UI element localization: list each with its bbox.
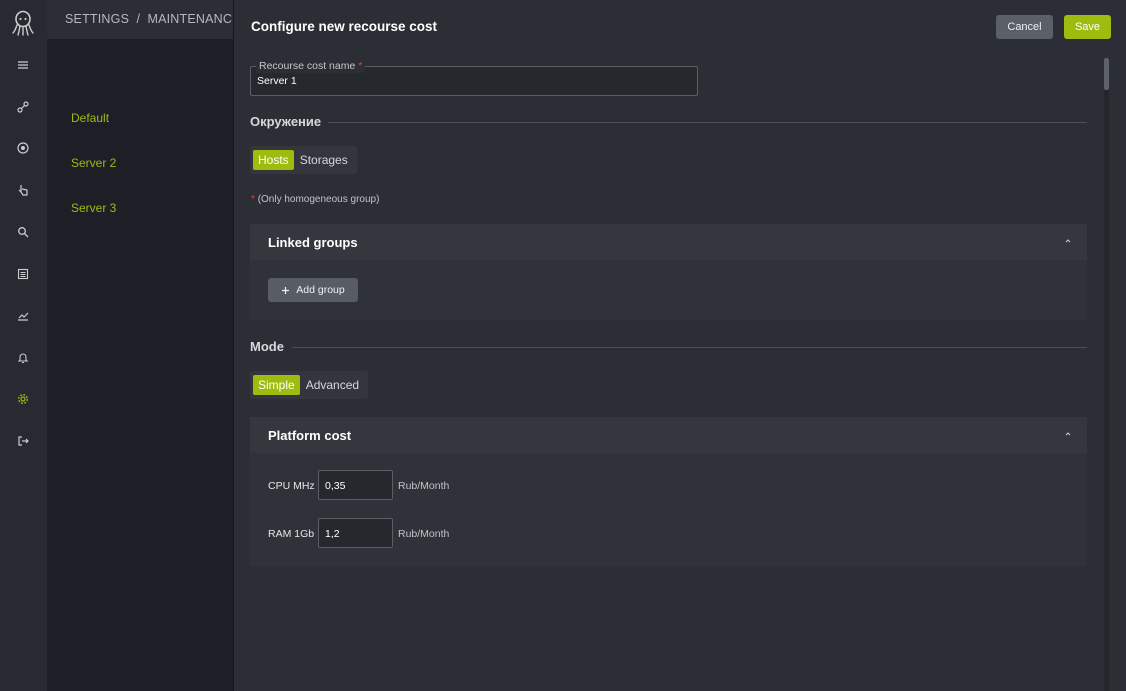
linked-groups-card: Linked groups Add group xyxy=(250,224,1087,320)
add-group-button[interactable]: Add group xyxy=(268,278,358,302)
environment-title: Окружение xyxy=(250,114,322,129)
cpu-mhz-unit: Rub/Month xyxy=(398,480,450,492)
list-item-server-3[interactable]: Server 3 xyxy=(71,201,116,215)
platform-cost-header[interactable]: Platform cost xyxy=(250,417,1087,453)
linked-groups-header[interactable]: Linked groups xyxy=(250,224,1087,260)
ram-1gb-input[interactable] xyxy=(325,528,385,540)
search-icon[interactable] xyxy=(15,224,31,240)
plus-icon xyxy=(282,286,290,294)
cancel-button[interactable]: Cancel xyxy=(996,15,1053,39)
breadcrumb: SETTINGS / MAINTENANCE / xyxy=(47,0,251,39)
recourse-cost-name-input[interactable] xyxy=(257,75,687,87)
panel-title: Configure new recourse cost xyxy=(251,19,438,34)
environment-toggle: Hosts Storages xyxy=(250,146,357,174)
cpu-mhz-label: CPU MHz xyxy=(268,480,315,492)
resource-cost-list: Default Server 2 Server 3 xyxy=(47,0,233,691)
option-simple[interactable]: Simple xyxy=(253,375,300,395)
ram-1gb-field[interactable] xyxy=(318,518,393,548)
app-root: Default Server 2 Server 3 SETTINGS / MAI… xyxy=(0,0,1126,691)
field-label: Recourse cost name * xyxy=(256,59,366,73)
divider xyxy=(292,347,1087,348)
list-item-default[interactable]: Default xyxy=(71,111,109,125)
target-icon[interactable] xyxy=(15,140,31,156)
scrollbar-thumb[interactable] xyxy=(1104,58,1109,90)
recourse-cost-name-field[interactable]: Recourse cost name * xyxy=(250,59,698,96)
mode-section-header: Mode xyxy=(250,339,1087,355)
list-item-server-2[interactable]: Server 2 xyxy=(71,156,116,170)
ram-1gb-unit: Rub/Month xyxy=(398,528,450,540)
list-icon[interactable] xyxy=(15,266,31,282)
cpu-mhz-input[interactable] xyxy=(325,480,385,492)
mode-title: Mode xyxy=(250,339,284,354)
field-label-text: Recourse cost name xyxy=(259,60,356,72)
gear-icon[interactable] xyxy=(15,391,31,407)
save-button[interactable]: Save xyxy=(1064,15,1111,39)
hint-text: * (Only homogeneous group) xyxy=(251,194,379,205)
octopus-logo-icon[interactable] xyxy=(12,10,34,36)
share-icon[interactable] xyxy=(15,99,31,115)
option-hosts[interactable]: Hosts xyxy=(253,150,294,170)
platform-cost-card: Platform cost CPU MHz Rub/Month RAM 1Gb … xyxy=(250,417,1087,566)
option-storages[interactable]: Storages xyxy=(295,150,353,170)
divider xyxy=(328,122,1087,123)
environment-section-header: Окружение xyxy=(250,114,1087,130)
hint-label: (Only homogeneous group) xyxy=(257,194,380,205)
mode-toggle: Simple Advanced xyxy=(250,371,369,399)
logout-icon[interactable] xyxy=(15,433,31,449)
configure-panel: Configure new recourse cost Cancel Save … xyxy=(233,0,1126,691)
chevron-up-icon[interactable] xyxy=(1063,236,1073,246)
required-mark: * xyxy=(251,194,255,205)
icon-rail xyxy=(0,0,47,691)
scrollbar-track[interactable] xyxy=(1104,58,1109,691)
pointer-icon[interactable] xyxy=(15,182,31,198)
chart-icon[interactable] xyxy=(15,308,31,324)
ram-1gb-label: RAM 1Gb xyxy=(268,528,315,540)
chevron-up-icon[interactable] xyxy=(1063,429,1073,439)
breadcrumb-text[interactable]: SETTINGS / MAINTENANCE / xyxy=(65,12,252,26)
add-group-label: Add group xyxy=(296,284,345,296)
bell-icon[interactable] xyxy=(15,350,31,366)
platform-cost-title: Platform cost xyxy=(268,428,352,443)
linked-groups-title: Linked groups xyxy=(268,235,358,250)
option-advanced[interactable]: Advanced xyxy=(301,375,364,395)
layers-icon[interactable] xyxy=(15,57,31,73)
cpu-mhz-field[interactable] xyxy=(318,470,393,500)
required-mark: * xyxy=(358,60,363,72)
